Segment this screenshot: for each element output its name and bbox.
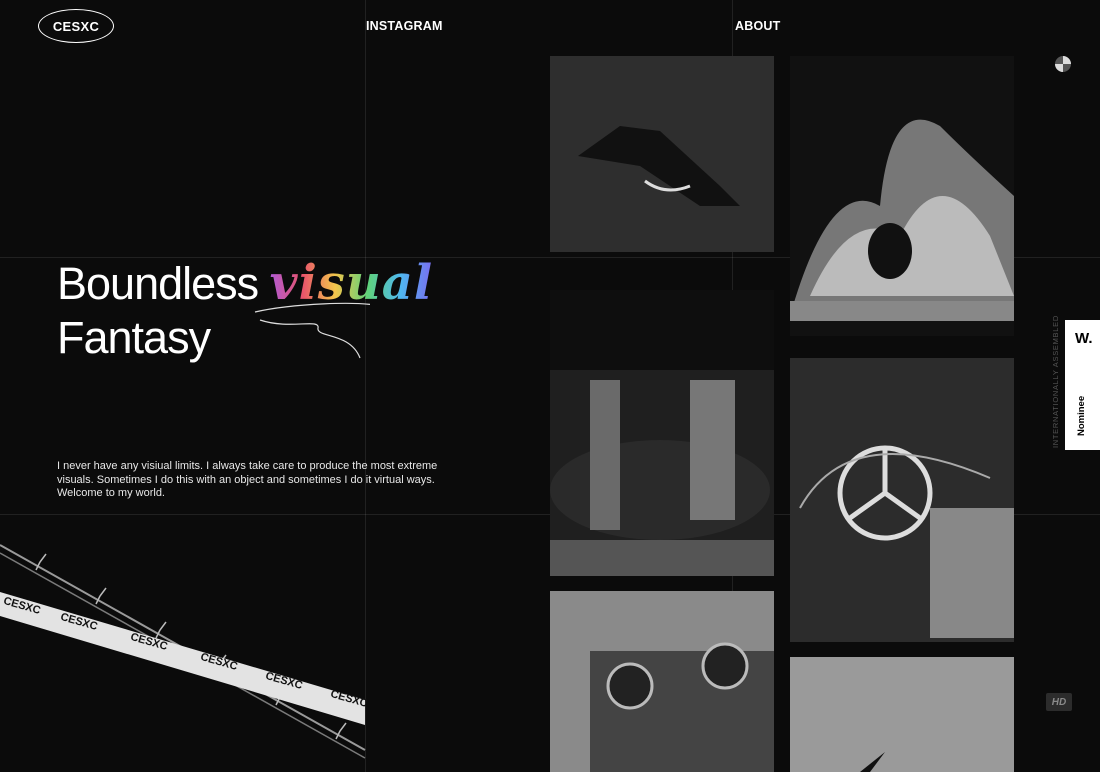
hero-title-word: Boundless bbox=[57, 258, 259, 309]
hd-badge[interactable]: HD bbox=[1046, 693, 1072, 711]
hero-title: Boundless visual Fantasy bbox=[57, 256, 433, 365]
nav-about[interactable]: ABOUT bbox=[735, 19, 780, 33]
mercedes-barbed-wire-photo[interactable] bbox=[790, 358, 1014, 642]
vertical-caption: INTERNATIONALLY ASSEMBLED bbox=[1051, 315, 1060, 448]
two-men-car-photo[interactable] bbox=[550, 290, 774, 576]
award-logo: W. bbox=[1075, 330, 1093, 347]
award-badge[interactable]: W. Nominee bbox=[1065, 320, 1100, 450]
scribble-decoration bbox=[254, 302, 370, 359]
barbed-wire-tape-illustration bbox=[0, 544, 366, 759]
logo[interactable]: CESXC bbox=[38, 9, 114, 43]
award-label: Nominee bbox=[1076, 395, 1087, 436]
car-drift-photo[interactable] bbox=[550, 56, 774, 252]
globe-icon[interactable] bbox=[1054, 55, 1072, 73]
tape-labels: CESXC CESXC CESXC CESXC CESXC CESXC bbox=[0, 0, 369, 710]
fire-jump-photo[interactable] bbox=[790, 56, 1014, 336]
nav-instagram[interactable]: INSTAGRAM bbox=[366, 19, 443, 33]
dark-figure-photo[interactable] bbox=[790, 657, 1014, 772]
hero-title-line2: Fantasy bbox=[57, 312, 211, 363]
hero-description: I never have any visiual limits. I alway… bbox=[57, 460, 438, 499]
camera-lens-photo[interactable] bbox=[550, 591, 774, 772]
